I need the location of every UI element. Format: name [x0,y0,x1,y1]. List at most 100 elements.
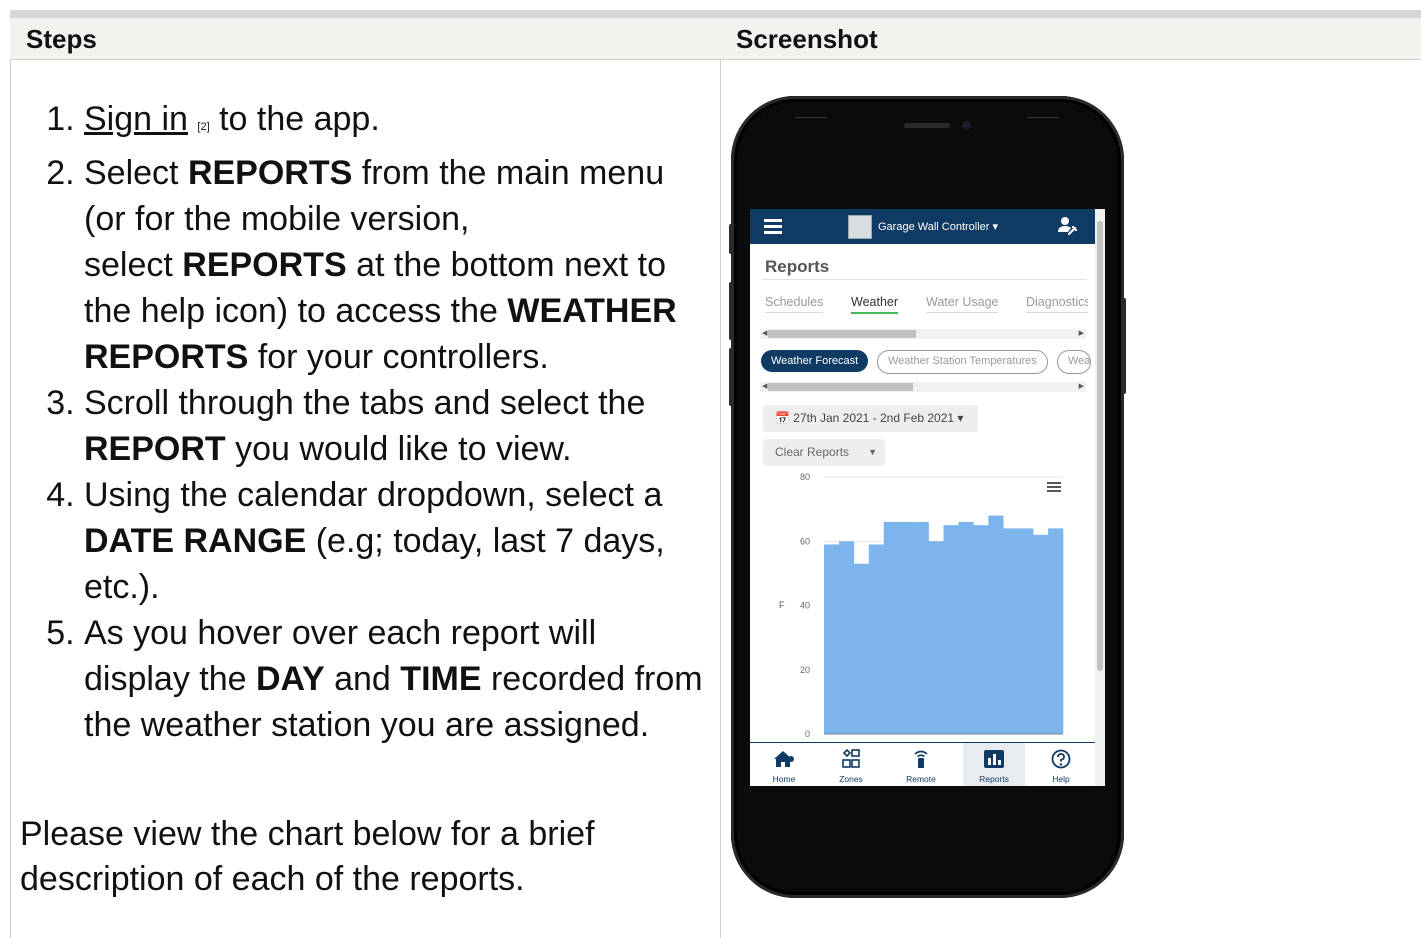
chart-y-tick-label: 0 [805,729,810,739]
tab-water-usage[interactable]: Water Usage [926,295,999,313]
nav-label: Zones [839,774,863,784]
date-range-dropdown[interactable]: 📅 27th Jan 2021 - 2nd Feb 2021 ▾ [763,405,978,432]
column-divider [720,60,721,938]
chart-menu-icon[interactable] [1047,482,1061,493]
step-3: Scroll through the tabs and select the R… [84,380,710,472]
step-text: and [324,660,401,698]
step-text: you would like to view. [225,430,572,468]
table-top-border [10,10,1421,18]
remote-icon [914,750,928,768]
step-bold: DAY [256,660,325,698]
chart-bar[interactable] [853,563,870,734]
nav-label: Help [1052,774,1070,784]
step-bold: TIME [400,660,482,698]
steps-list: Sign in [2] to the app. Select REPORTS f… [20,96,710,748]
steps-column-header: Steps [26,24,97,54]
app-screen: Garage Wall Controller ▾ Reports Schedul… [750,209,1105,786]
temperature-chart: 0 20 40 60 80 F [779,472,1064,739]
chart-note: Please view the chart below for a brief … [20,815,595,898]
step-bold: REPORT [84,430,226,468]
nav-remote[interactable]: Remote [890,743,952,786]
chart-bar[interactable] [838,541,855,734]
chart-bar[interactable] [958,521,974,734]
chart-y-tick-label: 40 [800,601,810,611]
chart-bar[interactable] [943,525,959,734]
nav-label: Reports [979,774,1009,784]
tab-schedules[interactable]: Schedules [765,295,824,313]
nav-zones[interactable]: Zones [820,743,882,786]
app-header: Garage Wall Controller ▾ [750,209,1095,244]
chart-bar[interactable] [824,544,840,734]
chart-bar[interactable] [973,525,989,734]
chart-bar[interactable] [1003,528,1019,734]
table-left-border [10,60,11,938]
pill-weather-more[interactable]: Wea [1057,350,1091,374]
nav-home[interactable]: Home [753,743,815,786]
date-range-label: 📅 27th Jan 2021 - 2nd Feb 2021 ▾ [775,411,964,425]
step-text: for your controllers. [248,338,549,376]
step-4: Using the calendar dropdown, select a DA… [84,472,710,610]
phone-power-button [1122,298,1126,394]
nav-reports[interactable]: Reports [963,743,1025,786]
pill-weather-forecast[interactable]: Weather Forecast [761,350,869,372]
phone-speaker [904,123,950,128]
step-text: to the app. [209,100,380,138]
step-5: As you hover over each report will displ… [84,610,710,748]
chart-bar[interactable] [1048,528,1064,734]
step-text: Select [84,154,188,192]
nav-help[interactable]: Help [1030,743,1092,786]
step-text: select [84,246,183,284]
step-text: Using the calendar dropdown, select a [84,476,663,514]
step-2: Select REPORTS from the main menu (or fo… [84,150,710,380]
nav-label: Home [772,774,796,784]
chart-y-tick-label: 20 [800,665,810,675]
steps-list-container: Sign in [2] to the app. Select REPORTS f… [20,96,710,748]
step-text: Scroll through the tabs and select the [84,384,646,422]
chart-y-axis-label: F [779,600,785,610]
step-1: Sign in [2] to the app. [84,96,710,150]
nav-label: Remote [906,774,936,784]
pills-scrollbar[interactable]: ◀ ▶ [760,382,1086,392]
step-bold: DATE RANGE [84,522,307,560]
tab-weather[interactable]: Weather [851,295,899,314]
clear-reports-label: Clear Reports [775,445,850,459]
chart-bar[interactable] [883,521,899,734]
tabs-scrollbar[interactable]: ◀ ▶ [760,329,1086,339]
chart-bar[interactable] [988,515,1004,734]
tab-diagnostics[interactable]: Diagnostics [1026,295,1088,313]
step-bold: REPORTS [182,246,347,284]
pill-weather-station-temperatures[interactable]: Weather Station Temperatures [877,350,1048,374]
reference-marker: [2] [197,121,210,133]
chart-y-tick-label: 60 [800,536,810,546]
phone-mute-button [729,224,733,254]
home-icon [774,751,794,767]
controller-thumbnail [848,215,872,239]
controller-selector[interactable]: Garage Wall Controller ▾ [878,220,998,233]
chart-bar[interactable] [928,541,944,734]
vertical-scrollbar[interactable] [1095,209,1105,786]
phone-antenna-line [795,117,827,118]
chart-bar[interactable] [913,521,929,734]
phone-volume-down-button [729,348,733,406]
chart-bar[interactable] [1018,528,1034,734]
sign-in-link[interactable]: Sign in [84,100,188,138]
phone-antenna-line [1027,117,1059,118]
user-settings-icon[interactable] [1056,215,1078,237]
phone-camera [962,121,971,130]
zones-icon [842,749,860,768]
screenshot-column-header: Screenshot [736,24,878,54]
chart-y-tick-label: 80 [800,472,810,482]
chevron-down-icon: ▼ [868,447,877,457]
help-icon [1051,749,1071,769]
hamburger-menu-icon[interactable] [764,219,782,234]
chart-bar[interactable] [1033,534,1049,734]
step-bold: REPORTS [187,154,353,192]
table-header: Steps Screenshot [10,18,1421,60]
clear-reports-dropdown[interactable]: Clear Reports ▼ [763,439,885,466]
chart-bar[interactable] [898,521,914,734]
bottom-navigation: Home Zones Remote Reports Help [750,742,1095,786]
reports-icon [984,750,1004,768]
chart-bar[interactable] [868,544,885,734]
page-title: Reports [765,257,830,276]
phone-volume-up-button [729,282,733,340]
